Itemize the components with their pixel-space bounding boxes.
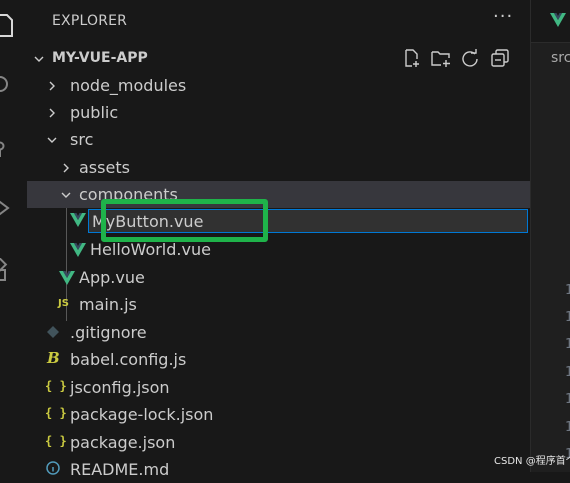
search-icon[interactable] bbox=[0, 75, 14, 95]
watermark: CSDN @程序首个 bbox=[494, 456, 570, 467]
tree-item-label: babel.config.js bbox=[70, 350, 187, 369]
tree-item-label: HelloWorld.vue bbox=[90, 240, 211, 259]
tree-item-label: App.vue bbox=[79, 268, 145, 287]
vue-icon bbox=[59, 271, 75, 285]
tree-item-label: jsconfig.json bbox=[70, 378, 170, 397]
tree-item-label: node_modules bbox=[70, 76, 187, 95]
json-icon: { } bbox=[45, 434, 67, 448]
refresh-icon[interactable] bbox=[460, 48, 480, 68]
tree-folder-assets[interactable]: assets bbox=[27, 154, 530, 181]
chevron-down-icon bbox=[61, 192, 71, 198]
explorer-sidebar: EXPLORER ··· MY-VUE-APP node_modules pub… bbox=[27, 0, 530, 479]
tree-file-gitignore[interactable]: .gitignore bbox=[27, 319, 530, 346]
tree-item-label: main.js bbox=[79, 295, 137, 314]
editor-tab[interactable] bbox=[531, 0, 570, 43]
new-folder-icon[interactable] bbox=[431, 48, 451, 68]
vue-icon bbox=[70, 243, 86, 257]
tree-folder-public[interactable]: public bbox=[27, 99, 530, 126]
line-number: 1 bbox=[565, 337, 570, 352]
explorer-files-icon[interactable] bbox=[0, 14, 14, 37]
line-number: 1 bbox=[565, 392, 570, 407]
chevron-down-icon bbox=[34, 56, 44, 62]
line-number: 1 bbox=[565, 283, 570, 298]
json-icon: { } bbox=[45, 406, 67, 420]
collapse-all-icon[interactable] bbox=[490, 48, 510, 68]
tree-file-package-lock[interactable]: { } package-lock.json bbox=[27, 401, 530, 428]
chevron-down-icon bbox=[47, 137, 57, 143]
tree-folder-node-modules[interactable]: node_modules bbox=[27, 72, 530, 99]
source-control-icon[interactable] bbox=[0, 138, 14, 158]
annotation-highlight-box bbox=[101, 199, 268, 242]
tree-file-jsconfig[interactable]: { } jsconfig.json bbox=[27, 374, 530, 401]
line-number: 1 bbox=[565, 420, 570, 435]
tree-file-readme[interactable]: README.md bbox=[27, 456, 530, 483]
tree-item-label: public bbox=[70, 103, 119, 122]
more-actions-button[interactable]: ··· bbox=[493, 6, 513, 27]
tree-item-label: src bbox=[70, 130, 94, 149]
info-icon bbox=[46, 461, 60, 475]
chevron-right-icon bbox=[63, 163, 69, 173]
workspace-root-label: MY-VUE-APP bbox=[52, 50, 148, 66]
json-icon: { } bbox=[45, 379, 67, 393]
run-debug-icon[interactable] bbox=[0, 198, 14, 218]
editor-area: src 1 1 1 1 1 1 1 bbox=[530, 0, 570, 472]
line-number: 1 bbox=[565, 365, 570, 380]
tree-file-babel-config[interactable]: B babel.config.js bbox=[27, 346, 530, 373]
tree-file-main-js[interactable]: JS main.js bbox=[27, 291, 530, 318]
extensions-icon[interactable] bbox=[0, 256, 14, 281]
tree-item-label: assets bbox=[79, 158, 130, 177]
babel-icon: B bbox=[47, 349, 60, 367]
chevron-right-icon bbox=[49, 81, 55, 91]
vue-icon bbox=[550, 13, 566, 27]
line-number: 1 bbox=[565, 310, 570, 325]
tree-folder-src[interactable]: src bbox=[27, 126, 530, 153]
explorer-title: EXPLORER bbox=[52, 13, 128, 29]
tree-item-label: package.json bbox=[70, 433, 176, 452]
chevron-right-icon bbox=[49, 108, 55, 118]
activity-bar bbox=[0, 0, 20, 472]
tree-item-label: README.md bbox=[70, 460, 170, 479]
tree-item-label: .gitignore bbox=[70, 323, 147, 342]
workspace-root-header[interactable]: MY-VUE-APP bbox=[27, 46, 530, 72]
tree-file-package-json[interactable]: { } package.json bbox=[27, 429, 530, 456]
git-icon bbox=[47, 326, 59, 338]
breadcrumb[interactable]: src bbox=[551, 50, 570, 66]
tree-item-label: package-lock.json bbox=[70, 405, 214, 424]
new-file-icon[interactable] bbox=[402, 48, 422, 68]
js-file-icon: JS bbox=[58, 298, 69, 309]
vue-icon bbox=[70, 213, 86, 227]
tree-file-app-vue[interactable]: App.vue bbox=[27, 264, 530, 291]
